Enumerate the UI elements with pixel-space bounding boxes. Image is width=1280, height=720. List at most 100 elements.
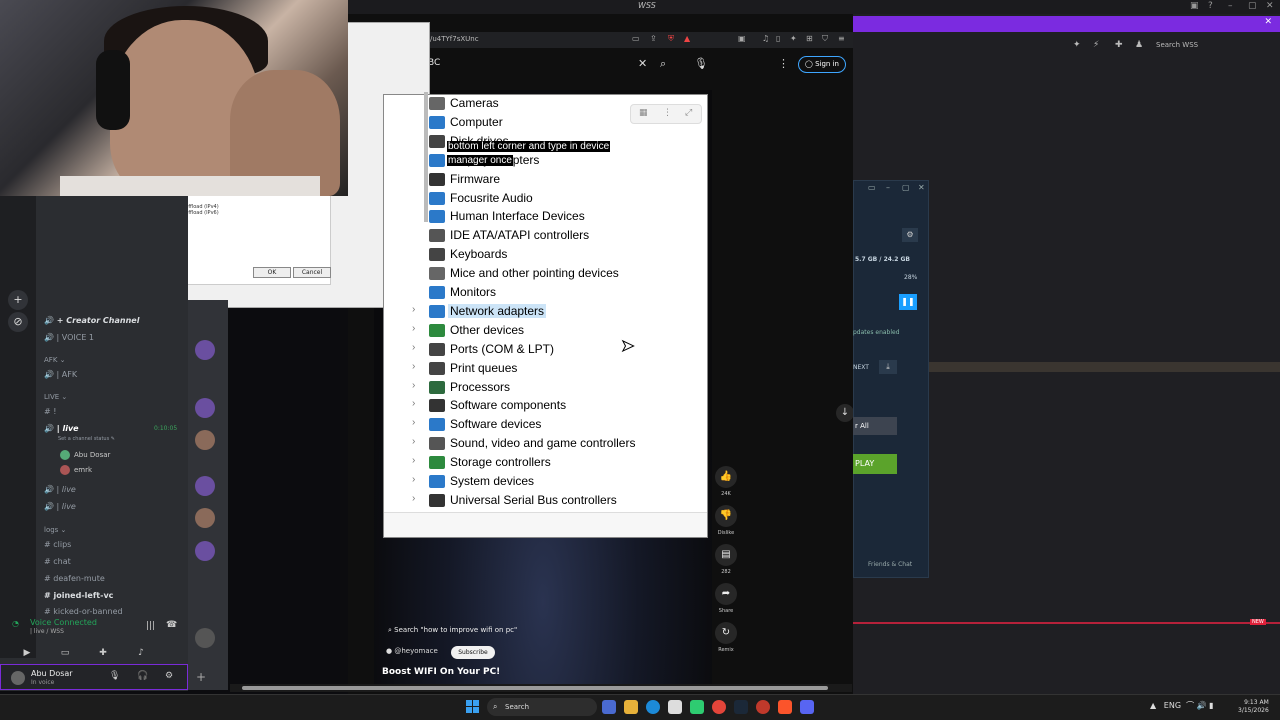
extensions-icon[interactable]: ✦ [790, 34, 797, 43]
maximize-icon[interactable]: ▢ [1248, 1, 1257, 11]
add-server-icon[interactable]: + [8, 290, 28, 310]
widgets-icon[interactable] [602, 700, 616, 714]
minimize-icon[interactable]: – [886, 183, 890, 192]
clear-all-button[interactable]: r All [853, 417, 897, 435]
next-short-button[interactable]: ↓ [836, 404, 854, 422]
device-category-row[interactable]: › Network adapters [383, 302, 708, 321]
scrollbar-thumb[interactable] [242, 686, 828, 690]
chrome-icon[interactable] [712, 700, 726, 714]
channel-clips[interactable]: # clips [44, 540, 71, 549]
wallet-icon[interactable]: ⊞ [806, 34, 813, 43]
pin-icon[interactable]: ✚ [1115, 40, 1123, 50]
file-explorer-icon[interactable] [624, 700, 638, 714]
disconnect-icon[interactable]: ☎ [166, 620, 177, 630]
device-category-row[interactable]: › Processors [383, 378, 708, 397]
device-category-row[interactable]: Focusrite Audio [383, 189, 708, 208]
device-category-row[interactable]: Computer [383, 113, 708, 132]
system-tray[interactable]: ▲ ENG ⌒ 🔊 ▮ [1150, 700, 1214, 711]
chevron-right-icon[interactable]: › [412, 304, 415, 315]
avatar[interactable] [195, 628, 215, 648]
youtube-search-bar[interactable]: BC ✕ ⌕ 🎙 ⋮ [428, 52, 853, 78]
user-name[interactable]: Abu Dosar [31, 669, 73, 678]
chevron-right-icon[interactable]: › [412, 436, 415, 447]
soundboard-icon[interactable]: ♪ [122, 648, 160, 658]
cancel-button[interactable]: Cancel [293, 267, 331, 278]
activities-icon[interactable]: ✚ [84, 648, 122, 658]
device-category-row[interactable]: › Ports (COM & LPT) [383, 340, 708, 359]
alert-icon[interactable]: ▲ [684, 34, 690, 43]
device-category-row[interactable]: Cameras [383, 94, 708, 113]
vpn-icon[interactable]: ⛉ [822, 34, 828, 44]
screen-share-icon[interactable]: ▭ [46, 648, 84, 658]
voice-user-1[interactable]: Abu Dosar [60, 450, 110, 460]
chevron-right-icon[interactable]: › [412, 455, 415, 466]
short-channel-name[interactable]: ● @heyomace [386, 647, 438, 655]
horizontal-scrollbar[interactable] [230, 684, 852, 692]
dislike-button[interactable]: 👎 Dislike [714, 505, 738, 536]
avatar[interactable] [195, 476, 215, 496]
device-category-row[interactable]: Monitors [383, 283, 708, 302]
mode-icon[interactable]: ✦ [1073, 40, 1081, 50]
channel-live-text[interactable]: # ! [44, 407, 56, 416]
close-icon[interactable]: ✕ [1264, 17, 1272, 27]
menu-icon[interactable]: ≡ [838, 34, 845, 43]
download-icon[interactable]: ⤓ [879, 360, 897, 374]
brave-shield-icon[interactable]: ⛨ [668, 34, 674, 44]
language-indicator[interactable]: ENG [1164, 701, 1181, 710]
device-category-row[interactable]: › Software devices [383, 415, 708, 434]
steam-icon[interactable] [734, 700, 748, 714]
settings-icon[interactable]: ⚙ [902, 228, 918, 242]
noise-suppression-icon[interactable]: ||| [146, 621, 155, 631]
app-icon[interactable] [756, 700, 770, 714]
chevron-right-icon[interactable]: › [412, 417, 415, 428]
minimize-icon[interactable]: – [1228, 1, 1233, 11]
device-category-row[interactable]: › Universal Serial Bus controllers [383, 491, 708, 510]
help-icon[interactable]: ? [1208, 1, 1213, 11]
device-category-row[interactable]: Firmware [383, 170, 708, 189]
clear-search-icon[interactable]: ✕ [638, 57, 647, 70]
discord-icon[interactable] [800, 700, 814, 714]
window-icon[interactable]: ▣ [1190, 1, 1199, 11]
right-search[interactable]: Search WSS [1156, 41, 1198, 49]
close-icon[interactable]: ✕ [1266, 1, 1274, 11]
subscribe-button[interactable]: Subscribe [451, 646, 495, 659]
settings-icon[interactable]: ⚙ [165, 671, 173, 681]
avatar[interactable] [195, 508, 215, 528]
microphone-icon[interactable]: 🎙 [694, 57, 708, 70]
channel-kicked-or-banned[interactable]: # kicked-or-banned [44, 607, 123, 616]
channel-live-voice-2[interactable]: 🔊 | live [44, 485, 76, 494]
channel-deafen-mute[interactable]: # deafen-mute [44, 574, 105, 583]
channel-voice-1[interactable]: 🔊 | VOICE 1 [44, 333, 94, 342]
chevron-right-icon[interactable]: › [412, 323, 415, 334]
short-title[interactable]: Boost WIFI On Your PC! [382, 667, 500, 677]
start-button[interactable] [466, 700, 480, 714]
chevron-right-icon[interactable]: › [412, 342, 415, 353]
mute-icon[interactable]: 🎙 [109, 671, 120, 681]
close-icon[interactable]: ✕ [918, 183, 925, 192]
bookmark-icon[interactable]: ▯ [776, 34, 780, 43]
maximize-icon[interactable]: ▢ [902, 183, 910, 192]
device-category-row[interactable]: › Software components [383, 396, 708, 415]
voice-user-2[interactable]: emrk [60, 465, 92, 475]
nvidia-icon[interactable] [690, 700, 704, 714]
channel-joined-left-vc[interactable]: # joined-left-vc [44, 591, 113, 600]
search-icon[interactable]: ⌕ [660, 57, 666, 71]
chevron-right-icon[interactable]: › [412, 474, 415, 485]
category-live[interactable]: LIVE ⌄ [44, 393, 67, 401]
chevron-right-icon[interactable]: › [412, 398, 415, 409]
avatar[interactable] [195, 430, 215, 450]
brave-icon[interactable] [778, 700, 792, 714]
pause-button[interactable]: ❚❚ [899, 294, 917, 310]
chevron-right-icon[interactable]: › [412, 493, 415, 504]
store-icon[interactable] [668, 700, 682, 714]
like-button[interactable]: 👍 24K [714, 466, 738, 497]
device-category-row[interactable]: Mice and other pointing devices [383, 264, 708, 283]
comments-button[interactable]: ▤ 282 [714, 544, 738, 575]
camera-toggle-icon[interactable]: ▶ [8, 648, 46, 658]
chevron-right-icon[interactable]: › [412, 380, 415, 391]
device-category-row[interactable]: › Sound, video and game controllers [383, 434, 708, 453]
window-icon[interactable]: ▭ [868, 183, 876, 192]
channel-status-prompt[interactable]: Set a channel status ✎ [58, 436, 115, 442]
people-icon[interactable]: ♟ [1135, 40, 1143, 50]
channel-live-voice-3[interactable]: 🔊 | live [44, 502, 76, 511]
